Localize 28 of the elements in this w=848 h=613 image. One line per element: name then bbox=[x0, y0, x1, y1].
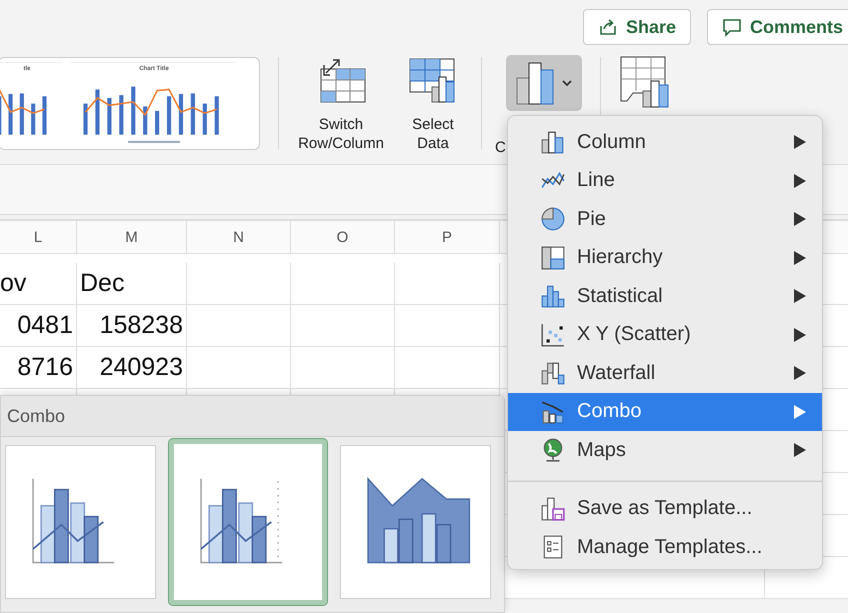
menu-item[interactable]: Pie bbox=[508, 200, 822, 238]
menu-item[interactable]: Maps bbox=[508, 431, 822, 470]
select-data-button[interactable]: Select Data bbox=[403, 57, 463, 153]
menu-item[interactable]: X Y (Scatter) bbox=[508, 316, 822, 354]
menu-item[interactable]: Save as Template... bbox=[508, 490, 822, 528]
switch-row-column-button[interactable]: Switch Row/Column bbox=[297, 57, 385, 153]
sheet-header-cell[interactable]: O bbox=[291, 221, 395, 254]
menu-item[interactable]: Column bbox=[508, 123, 822, 162]
sheet-header-cell[interactable]: M bbox=[77, 221, 187, 254]
table-cell: 8716 bbox=[0, 347, 77, 389]
menu-item[interactable]: Statistical bbox=[508, 277, 822, 316]
share-button[interactable]: Share bbox=[582, 9, 691, 45]
table-cell: ov bbox=[0, 263, 77, 305]
menu-item[interactable]: Waterfall bbox=[508, 354, 822, 392]
sheet-header-cell[interactable]: P bbox=[395, 221, 500, 254]
table-cell: 158238 bbox=[77, 305, 187, 347]
menu-item[interactable]: Line bbox=[508, 162, 822, 200]
sheet-header-cell[interactable]: N bbox=[187, 221, 291, 254]
comments-button[interactable]: Comments bbox=[706, 9, 848, 45]
table-cell: 0481 bbox=[0, 305, 77, 347]
table-cell: Dec bbox=[77, 263, 187, 305]
gallery-title: Combo bbox=[7, 406, 66, 426]
menu-item[interactable]: Manage Templates... bbox=[508, 528, 822, 566]
menu-item[interactable]: Combo bbox=[508, 392, 822, 431]
table-cell: 240923 bbox=[77, 347, 187, 389]
sheet-header-cell[interactable]: L bbox=[0, 221, 77, 254]
menu-item[interactable]: Hierarchy bbox=[508, 238, 822, 277]
button-label: C bbox=[495, 138, 506, 157]
